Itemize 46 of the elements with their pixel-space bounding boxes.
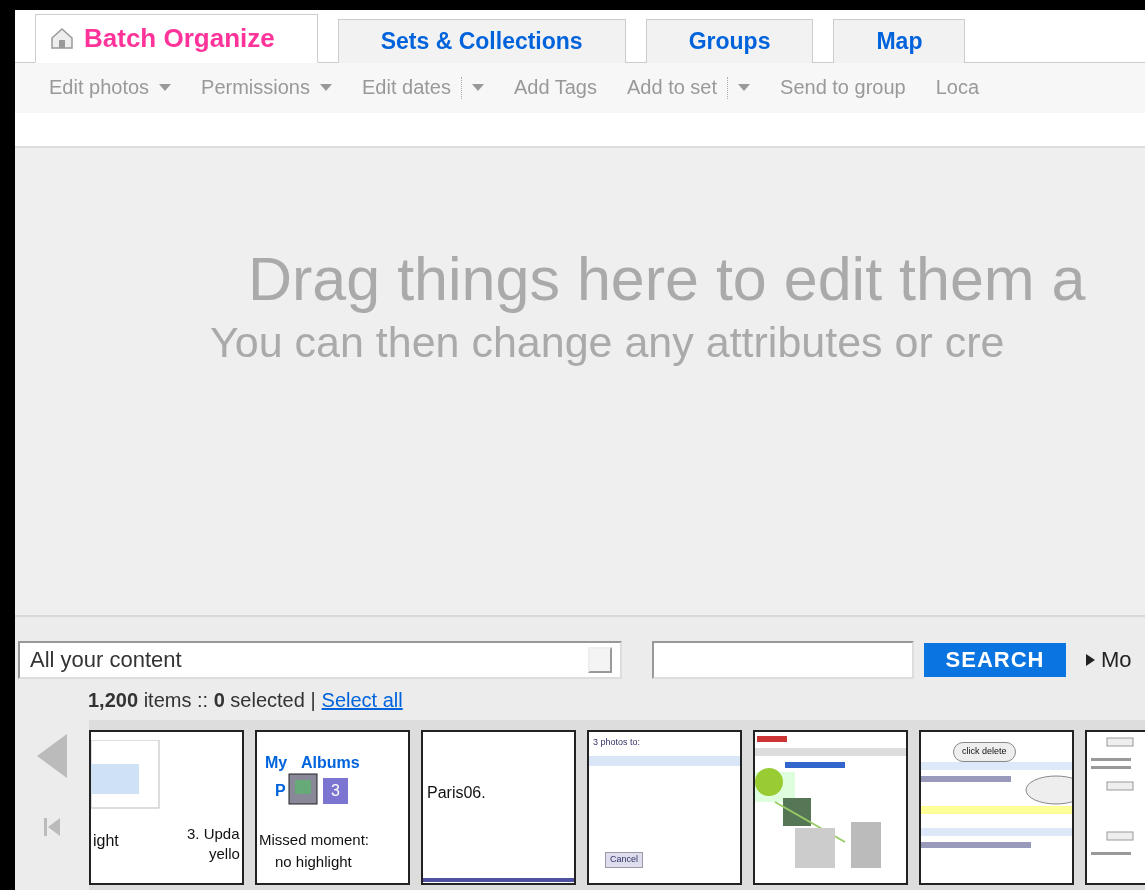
home-icon (50, 27, 74, 50)
thumbnail-text: no highlight (275, 854, 352, 871)
thumbnail-text: Cancel (605, 852, 643, 868)
toolbar-menu[interactable]: Permissions (201, 76, 332, 100)
drop-heading: Drag things here to edit them a (247, 243, 1087, 314)
thumbnail-text: P (275, 782, 286, 800)
thumbnail-text: 3. Upda (187, 826, 240, 843)
thumbnail-text: 3 photos to: (593, 738, 641, 748)
toolbar-menu[interactable]: Edit photos (49, 76, 172, 100)
thumbnail[interactable]: Paris06. (421, 730, 576, 885)
thumbnail[interactable]: click delete (919, 730, 1074, 885)
caret-icon (159, 84, 172, 92)
toolbar-menu[interactable]: Add Tags (513, 76, 597, 100)
more-link[interactable]: Mo (1086, 647, 1132, 673)
thumbnail[interactable]: ight 3. Upda yello (89, 730, 244, 885)
slide-drawing (91, 740, 161, 810)
thumbnail-text: ight (93, 832, 119, 850)
caret-icon (320, 84, 332, 92)
thumbnail-text: Paris06. (427, 784, 486, 802)
count-badge: 3 (323, 778, 348, 804)
first-page-icon[interactable] (44, 818, 60, 836)
tab[interactable]: Batch Organize (35, 13, 318, 63)
toolbar-menu[interactable]: Edit dates (362, 76, 484, 100)
thumbnail-text: yello (209, 846, 240, 863)
triangle-icon (1086, 654, 1095, 666)
drop-subheading: You can then change any attributes or cre (209, 317, 1006, 367)
thumbnail-text: Missed moment: (259, 832, 370, 849)
thumbnail-text: My (265, 754, 288, 772)
thumbnail[interactable]: 3 photos to: Cancel (587, 730, 742, 885)
previous-icon[interactable] (37, 734, 67, 778)
search-button[interactable]: SEARCH (924, 643, 1066, 677)
caret-icon (471, 84, 484, 92)
toolbar-menu[interactable]: Send to group (780, 76, 906, 100)
select-all-link[interactable]: Select all (321, 689, 403, 712)
thumbnail-text: Albums (301, 754, 360, 772)
content-dropdown[interactable]: All your content (18, 641, 622, 679)
toolbar-menu[interactable]: Loca (935, 76, 980, 100)
tab[interactable]: Groups (645, 18, 814, 63)
search-field[interactable] (652, 641, 914, 679)
toolbar-menu[interactable]: Add to set (627, 76, 751, 100)
caret-icon (738, 84, 751, 92)
tab[interactable]: Sets & Collections (337, 18, 626, 63)
thumbnail[interactable]: My Albums P 3 Missed moment: no highlight (255, 730, 410, 885)
callout-text: click delete (953, 742, 1016, 762)
item-count: 1,200 items :: 0 selected | (88, 689, 316, 712)
tab[interactable]: Map (833, 18, 966, 63)
